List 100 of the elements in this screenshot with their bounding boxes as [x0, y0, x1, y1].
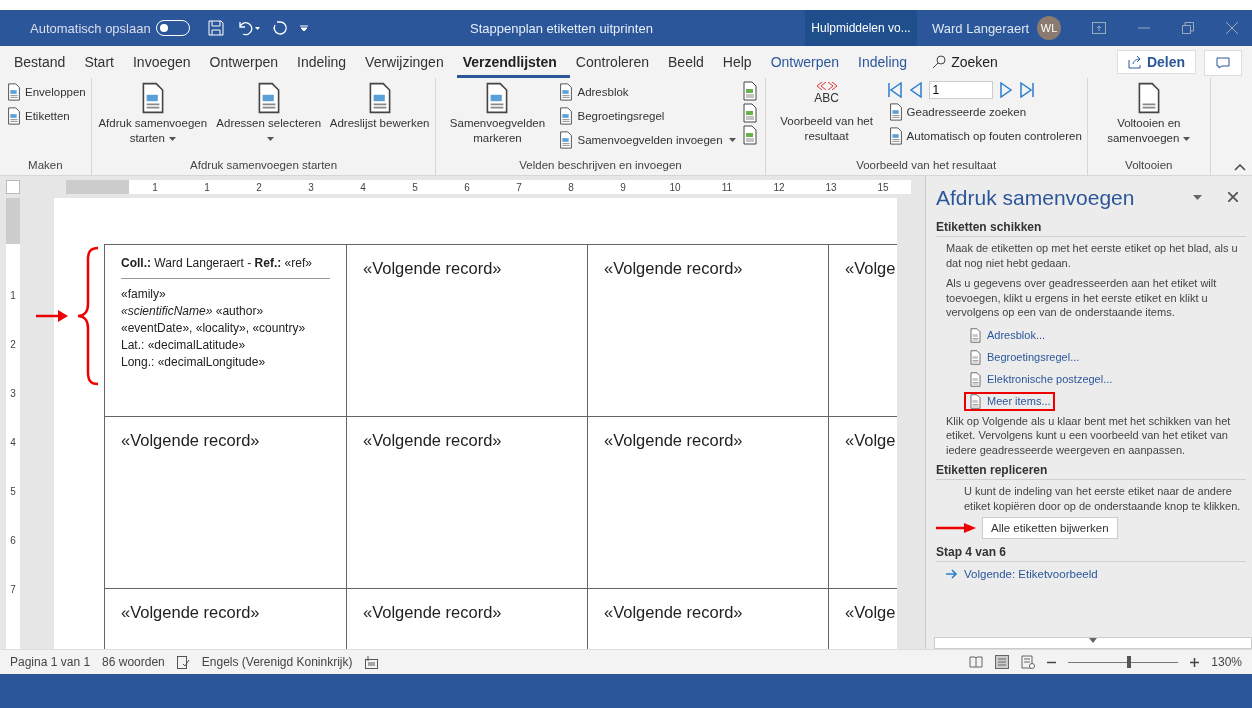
caret-icon	[728, 138, 736, 142]
ruler-number: 4	[10, 437, 16, 448]
ribbon-button[interactable]: Begroetingsregel	[557, 105, 736, 127]
close-icon[interactable]	[1226, 22, 1238, 34]
next-record-icon[interactable]	[998, 82, 1013, 98]
ribbon-tab[interactable]: Start	[78, 46, 127, 78]
ruler-number: 13	[824, 181, 838, 193]
last-record-icon[interactable]	[1018, 82, 1035, 98]
zoom-in-icon[interactable]	[1190, 657, 1200, 667]
restore-icon[interactable]	[1182, 22, 1194, 34]
ribbon-button[interactable]: Voltooien en samenvoegen	[1092, 81, 1205, 159]
web-layout-icon[interactable]	[1021, 655, 1036, 669]
record-field[interactable]: 1	[928, 81, 993, 99]
label-header: Coll.: Ward Langeraert - Ref.: «ref»	[121, 255, 330, 279]
ribbon-tab[interactable]: Ontwerpen	[764, 46, 853, 78]
ribbon-button[interactable]: Enveloppen	[5, 81, 86, 103]
update-labels-button[interactable]: Alle etiketten bijwerken	[982, 517, 1118, 539]
ruler-number: 5	[411, 181, 419, 193]
share-button[interactable]: Delen	[1116, 50, 1196, 74]
ribbon-button[interactable]: Afdruk samenvoegen starten	[96, 81, 209, 159]
save-icon[interactable]	[207, 20, 224, 36]
section-heading: Etiketten repliceren	[936, 463, 1246, 480]
context-tab[interactable]: Hulpmiddelen vo...	[805, 10, 917, 46]
user-avatar[interactable]: WL	[1037, 16, 1062, 40]
merge-field-line: Lat.: «decimalLatitude»	[121, 337, 247, 354]
caret-icon[interactable]	[1193, 194, 1202, 200]
document-icon	[968, 349, 983, 365]
ribbon-tab[interactable]: Help	[716, 46, 765, 78]
section-heading: Stap 4 van 6	[936, 545, 1246, 562]
group-label: Afdruk samenvoegen starten	[189, 159, 339, 173]
ribbon-tab[interactable]: Invoegen	[126, 46, 204, 78]
ruler-number: 9	[619, 181, 627, 193]
first-record-icon[interactable]	[886, 82, 903, 98]
document-icon	[968, 371, 983, 387]
ribbon-tab[interactable]: Bestand	[8, 46, 79, 78]
ribbon-tab[interactable]: Ontwerpen	[203, 46, 292, 78]
read-mode-icon[interactable]	[969, 656, 984, 668]
previous-record-icon[interactable]	[908, 82, 923, 98]
pane-link[interactable]: Meer items...	[964, 391, 1055, 411]
merge-field: «Volgende record»	[363, 431, 502, 449]
ruler-number: 8	[567, 181, 575, 193]
ruler-number: 2	[255, 181, 263, 193]
instruction-text: Maak de etiketten op met het eerste etiket op het blad, als u dat nog niet hebt gedaan.	[946, 241, 1239, 270]
collapse-icon[interactable]	[1234, 163, 1246, 171]
zoom-thumb[interactable]	[1126, 656, 1131, 668]
ribbon-button[interactable]: Automatisch op fouten controleren	[886, 125, 1082, 147]
document-icon	[5, 83, 23, 101]
ribbon-button[interactable]: Adreslijst bewerken	[328, 81, 431, 159]
customize-icon[interactable]	[299, 25, 308, 31]
ribbon-button[interactable]: Geadresseerde zoeken	[886, 101, 1082, 123]
ribbon-tab[interactable]: Indeling	[291, 46, 360, 78]
ribbon-button[interactable]: Adressen selecteren	[212, 81, 325, 159]
search-field[interactable]: Zoeken	[932, 54, 998, 70]
annotation-arrow	[36, 310, 68, 322]
ruler-number: 1	[151, 181, 159, 193]
ruler-number: 6	[10, 535, 16, 546]
pane-title: Afdruk samenvoegen	[936, 186, 1135, 210]
merge-field: «Volgende record»	[363, 259, 502, 277]
status-text: Pagina 1 van 1	[10, 655, 91, 669]
ribbon-button[interactable]: Etiketten	[5, 105, 86, 127]
scroll-down-icon[interactable]	[1089, 638, 1097, 643]
document-icon	[5, 107, 23, 125]
ribbon-button[interactable]: ABC Voorbeeld van het resultaat	[770, 81, 883, 159]
caret-icon	[267, 136, 275, 141]
ribbon-tab[interactable]: Controleren	[569, 46, 662, 78]
redo-icon[interactable]	[271, 20, 288, 36]
merge-field: «Volgende record»	[604, 259, 743, 277]
ribbon-tab[interactable]: Beeld	[662, 46, 717, 78]
zoom-level: 130%	[1211, 655, 1242, 669]
ribbon-options-icon[interactable]	[1092, 22, 1106, 34]
pane-link[interactable]: Adresblok...	[964, 325, 1050, 345]
ruler-number: 6	[463, 181, 471, 193]
ribbon-button[interactable]: Samenvoegvelden markeren	[441, 81, 554, 159]
share-icon	[1127, 55, 1142, 69]
next-step-link[interactable]: Volgende: Etiketvoorbeeld	[946, 566, 1098, 582]
proofing-icon[interactable]	[176, 655, 190, 669]
merge-field: «Volge	[845, 259, 896, 277]
ruler-number: 11	[720, 181, 734, 193]
group-label: Voorbeeld van het resultaat	[855, 159, 998, 173]
arrow-icon	[946, 569, 958, 579]
ribbon-button[interactable]: Samenvoegvelden invoegen	[557, 129, 736, 151]
ruler-number: 4	[359, 181, 367, 193]
comment-icon	[1216, 57, 1230, 69]
ruler-number: 1	[10, 290, 16, 301]
macro-icon[interactable]	[364, 655, 378, 669]
ribbon-tab[interactable]: Verwijzingen	[359, 46, 457, 78]
ribbon-tab[interactable]: Indeling	[852, 46, 921, 78]
merge-field-line: «family»	[121, 286, 167, 303]
pane-link[interactable]: Begroetingsregel...	[964, 347, 1084, 367]
print-layout-icon[interactable]	[995, 655, 1010, 669]
ribbon-button[interactable]: Adresblok	[557, 81, 736, 103]
group-label: Maken	[27, 159, 64, 173]
chevrons-icon	[815, 82, 838, 90]
close-icon[interactable]	[1228, 192, 1238, 202]
pane-link[interactable]: Elektronische postzegel...	[964, 369, 1117, 389]
ruler-number: 7	[515, 181, 523, 193]
ruler-number: 3	[307, 181, 315, 193]
language-status[interactable]: Engels (Verenigd Koninkrijk)	[201, 655, 353, 669]
ruler-number: 10	[668, 181, 682, 193]
window-title: Stappenplan etiketten uitprinten	[470, 21, 653, 36]
